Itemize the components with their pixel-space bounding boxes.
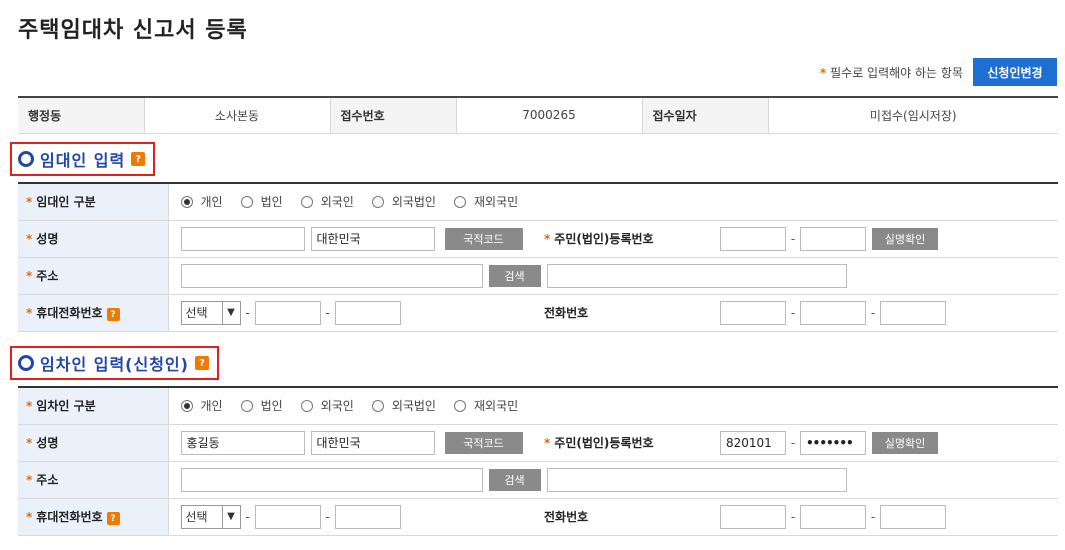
section-circle-icon (18, 151, 34, 167)
tenant-type-foreigner[interactable]: 외국인 (300, 397, 354, 414)
landlord-phone-last-input[interactable] (880, 300, 946, 325)
change-applicant-button[interactable]: 신청인변경 (973, 58, 1057, 86)
landlord-nation-code-button[interactable]: 국적코드 (444, 227, 523, 250)
landlord-phone-cell: - - (708, 294, 1058, 332)
landlord-nation-input[interactable] (310, 226, 435, 251)
required-note-text: 필수로 입력해야 하는 항목 (830, 66, 963, 80)
tenant-section-title: 임차인 입력(신청인) ? (10, 346, 219, 380)
tenant-type-individual[interactable]: 개인 (180, 397, 223, 414)
help-icon[interactable]: ? (106, 308, 120, 322)
landlord-name-input[interactable] (180, 226, 305, 251)
landlord-mobile-cell: 선택 ▼ - - (168, 294, 538, 332)
tenant-phone-cell: - - (708, 498, 1058, 536)
tenant-mobile-mid-input[interactable] (254, 504, 321, 529)
required-fields-note: * 필수로 입력해야 하는 항목 (820, 64, 963, 81)
tenant-verify-button[interactable]: 실명확인 (872, 431, 938, 454)
chevron-down-icon: ▼ (221, 505, 240, 528)
tenant-address-input[interactable] (180, 467, 483, 492)
landlord-rrn-back-input[interactable] (800, 226, 866, 251)
info-label-receipt-date: 접수일자 (642, 97, 769, 134)
info-label-dong: 행정동 (18, 97, 145, 134)
landlord-name-label: * 성명 (18, 220, 169, 258)
landlord-mobile-last-input[interactable] (334, 300, 401, 325)
tenant-address-label: * 주소 (18, 461, 169, 499)
tenant-nation-input[interactable] (310, 430, 435, 455)
tenant-type-foreign-corp[interactable]: 외국법인 (371, 397, 436, 414)
landlord-mobile-label: * 휴대전화번호? (18, 294, 169, 332)
landlord-type-label: * 임대인 구분 (18, 183, 169, 221)
landlord-section-title: 임대인 입력 ? (10, 142, 156, 176)
tenant-name-cell: 국적코드 (168, 424, 538, 462)
tenant-rrn-back-input[interactable] (800, 430, 866, 455)
help-icon[interactable]: ? (194, 356, 209, 370)
landlord-type-corporation[interactable]: 법인 (240, 193, 283, 210)
receipt-info-table: 행정동 소사본동 접수번호 7000265 접수일자 미접수(임시저장) (18, 96, 1058, 134)
info-value-dong: 소사본동 (144, 97, 331, 134)
info-label-receipt-no: 접수번호 (330, 97, 457, 134)
tenant-address-detail-input[interactable] (546, 467, 847, 492)
landlord-phone-area-input[interactable] (720, 300, 786, 325)
tenant-rrn-label: * 주민(법인)등록번호 (538, 424, 708, 462)
landlord-address-search-button[interactable]: 검색 (488, 264, 541, 287)
tenant-mobile-label: * 휴대전화번호? (18, 498, 169, 536)
landlord-type-foreign-corp[interactable]: 외국법인 (371, 193, 436, 210)
tenant-rrn-front-input[interactable] (720, 430, 786, 455)
landlord-rrn-cell: - 실명확인 (708, 220, 1058, 258)
tenant-mobile-cell: 선택 ▼ - - (168, 498, 538, 536)
landlord-verify-button[interactable]: 실명확인 (872, 227, 938, 250)
landlord-rrn-label: * 주민(법인)등록번호 (538, 220, 708, 258)
landlord-mobile-prefix-select[interactable]: 선택 ▼ (180, 300, 241, 325)
tenant-address-search-button[interactable]: 검색 (488, 468, 541, 491)
landlord-type-overseas-korean[interactable]: 재외국민 (453, 193, 518, 210)
landlord-mobile-mid-input[interactable] (254, 300, 321, 325)
tenant-address-cell: 검색 (168, 461, 1058, 499)
tenant-form-table: *임차인 구분 개인 법인 외국인 외국법인 재외국민 *성명 국적코드 *주민… (18, 386, 1058, 536)
tenant-type-corporation[interactable]: 법인 (240, 397, 283, 414)
tenant-phone-last-input[interactable] (880, 504, 946, 529)
landlord-phone-label: 전화번호 (538, 294, 708, 332)
tenant-phone-area-input[interactable] (720, 504, 786, 529)
tenant-nation-code-button[interactable]: 국적코드 (444, 431, 523, 454)
tenant-phone-label: 전화번호 (538, 498, 708, 536)
tenant-mobile-last-input[interactable] (334, 504, 401, 529)
info-value-receipt-date: 미접수(임시저장) (768, 97, 1058, 134)
landlord-address-detail-input[interactable] (546, 263, 847, 288)
help-icon[interactable]: ? (106, 512, 120, 526)
tenant-rrn-cell: - 실명확인 (708, 424, 1058, 462)
landlord-address-input[interactable] (180, 263, 483, 288)
tenant-phone-mid-input[interactable] (800, 504, 866, 529)
tenant-type-cell: 개인 법인 외국인 외국법인 재외국민 (168, 387, 1058, 425)
tenant-name-label: * 성명 (18, 424, 169, 462)
tenant-type-label: * 임차인 구분 (18, 387, 169, 425)
landlord-section-label: 임대인 입력 (40, 151, 126, 170)
landlord-type-foreigner[interactable]: 외국인 (300, 193, 354, 210)
landlord-rrn-front-input[interactable] (720, 226, 786, 251)
required-star: * (819, 66, 827, 80)
landlord-form-table: *임대인 구분 개인 법인 외국인 외국법인 재외국민 *성명 국적코드 *주민… (18, 182, 1058, 332)
chevron-down-icon: ▼ (221, 301, 240, 324)
help-icon[interactable]: ? (131, 152, 146, 166)
section-circle-icon (18, 355, 34, 371)
tenant-section-label: 임차인 입력(신청인) (40, 355, 189, 374)
landlord-address-cell: 검색 (168, 257, 1058, 295)
tenant-type-overseas-korean[interactable]: 재외국민 (453, 397, 518, 414)
landlord-address-label: * 주소 (18, 257, 169, 295)
page-title: 주택임대차 신고서 등록 (18, 18, 248, 43)
info-value-receipt-no: 7000265 (456, 97, 643, 134)
tenant-name-input[interactable] (180, 430, 305, 455)
tenant-mobile-prefix-select[interactable]: 선택 ▼ (180, 504, 241, 529)
landlord-type-cell: 개인 법인 외국인 외국법인 재외국민 (168, 183, 1058, 221)
landlord-type-individual[interactable]: 개인 (180, 193, 223, 210)
landlord-phone-mid-input[interactable] (800, 300, 866, 325)
landlord-name-cell: 국적코드 (168, 220, 538, 258)
